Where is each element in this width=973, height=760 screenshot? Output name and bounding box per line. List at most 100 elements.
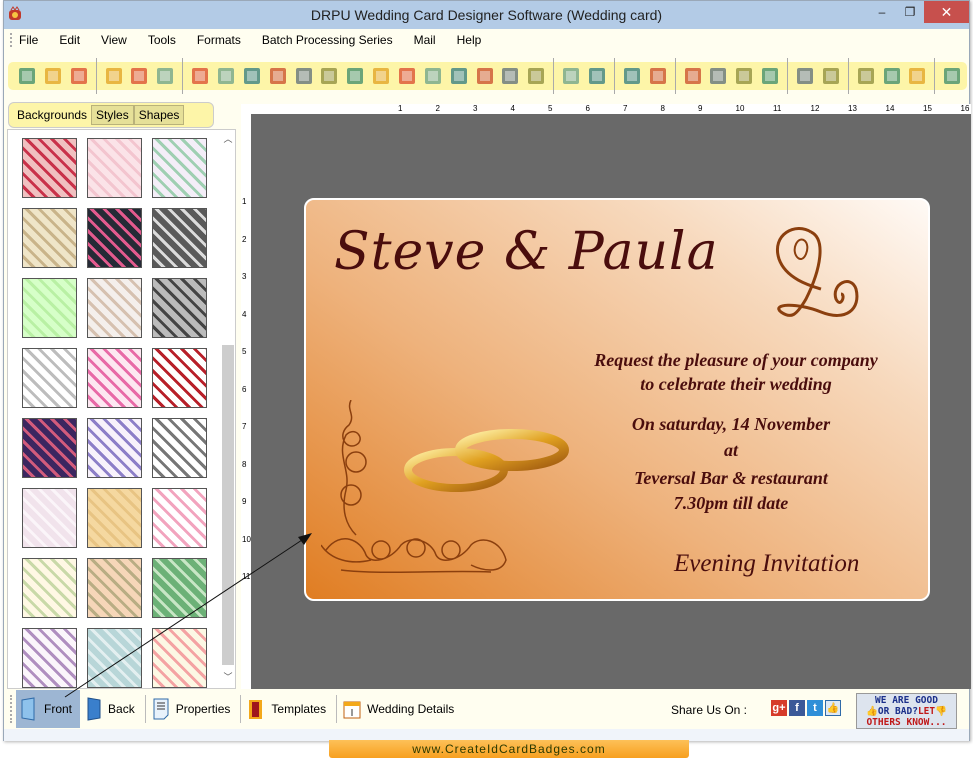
close-file-icon[interactable] xyxy=(68,65,90,87)
menu-tools[interactable]: Tools xyxy=(148,33,176,47)
close-button[interactable]: ✕ xyxy=(924,1,969,23)
background-thumb-white-rose[interactable] xyxy=(22,208,77,268)
wedding-card[interactable]: Steve & Paula Request the pleasure of yo… xyxy=(304,198,930,601)
card-line-date[interactable]: On saturday, 14 November xyxy=(551,414,911,435)
send-back-icon[interactable] xyxy=(820,65,842,87)
menu-view[interactable]: View xyxy=(101,33,127,47)
card-footer-text[interactable]: Evening Invitation xyxy=(674,550,859,578)
new-icon[interactable] xyxy=(16,65,38,87)
save-as-icon[interactable] xyxy=(128,65,150,87)
redo-icon[interactable] xyxy=(647,65,669,87)
line-icon[interactable] xyxy=(525,65,547,87)
email-icon[interactable] xyxy=(499,65,521,87)
background-thumb-beige-floral[interactable] xyxy=(87,278,142,338)
shapes-icon[interactable] xyxy=(344,65,366,87)
card-line-venue[interactable]: Teversal Bar & restaurant xyxy=(551,468,911,489)
delete-icon[interactable] xyxy=(759,65,781,87)
bring-front-icon[interactable] xyxy=(794,65,816,87)
background-thumb-pink-lace[interactable] xyxy=(87,138,142,198)
menu-edit[interactable]: Edit xyxy=(59,33,80,47)
background-thumb-white-flowers-tan[interactable] xyxy=(87,558,142,618)
background-thumb-paisley[interactable] xyxy=(22,418,77,478)
grid-icon[interactable] xyxy=(855,65,877,87)
pen-icon[interactable] xyxy=(318,65,340,87)
tab-templates[interactable]: Templates xyxy=(243,690,334,728)
background-thumb-sketch-couple[interactable] xyxy=(152,418,207,478)
menu-mail[interactable]: Mail xyxy=(414,33,436,47)
maximize-button[interactable]: ❐ xyxy=(896,1,924,23)
fit-window-icon[interactable] xyxy=(907,65,929,87)
heart-ornament-icon[interactable] xyxy=(751,224,876,329)
background-thumb-green-frame[interactable] xyxy=(22,278,77,338)
gift-icon[interactable] xyxy=(267,65,289,87)
menu-grip[interactable] xyxy=(10,33,13,47)
tab-properties[interactable]: Properties xyxy=(148,690,239,728)
tab-styles[interactable]: Styles xyxy=(91,105,134,125)
database-icon[interactable] xyxy=(586,65,608,87)
zoom-in-icon[interactable] xyxy=(941,65,963,87)
background-thumb-tan-texture[interactable] xyxy=(87,488,142,548)
background-thumb-green-swirls[interactable] xyxy=(152,558,207,618)
scroll-up-icon[interactable]: ︿ xyxy=(221,132,235,146)
paste-icon[interactable] xyxy=(733,65,755,87)
open-icon[interactable] xyxy=(42,65,64,87)
gallery-scrollbar[interactable]: ︿ ﹀ xyxy=(221,130,235,688)
insert-image-icon[interactable] xyxy=(293,65,315,87)
card-names[interactable]: Steve & Paula xyxy=(334,222,719,282)
open-folder-icon[interactable] xyxy=(154,65,176,87)
card-line-celebrate[interactable]: to celebrate their wedding xyxy=(556,374,916,395)
card-line-at[interactable]: at xyxy=(551,440,911,461)
cut-icon[interactable] xyxy=(682,65,704,87)
menu-help[interactable]: Help xyxy=(457,33,482,47)
like-icon[interactable]: 👍 xyxy=(825,700,841,716)
wedding-rings-image[interactable] xyxy=(404,428,569,500)
tab-backgrounds[interactable]: Backgrounds xyxy=(13,106,92,124)
background-thumb-purple-floral[interactable] xyxy=(22,628,77,688)
card-line-request[interactable]: Request the pleasure of your company xyxy=(556,350,916,371)
undo-icon[interactable] xyxy=(621,65,643,87)
background-thumb-khanda-symbol[interactable] xyxy=(152,348,207,408)
save-icon[interactable] xyxy=(103,65,125,87)
watermark-icon[interactable] xyxy=(370,65,392,87)
print-icon[interactable] xyxy=(215,65,237,87)
scroll-down-icon[interactable]: ﹀ xyxy=(221,670,235,684)
background-icon[interactable] xyxy=(241,65,263,87)
background-thumb-pink-blossoms[interactable] xyxy=(152,488,207,548)
menu-batch-processing[interactable]: Batch Processing Series xyxy=(262,33,393,47)
background-thumb-hearts[interactable] xyxy=(22,138,77,198)
background-thumb-mandala[interactable] xyxy=(152,138,207,198)
menu-formats[interactable]: Formats xyxy=(197,33,241,47)
tab-wedding-details[interactable]: Wedding Details xyxy=(339,690,462,728)
actual-size-icon[interactable] xyxy=(881,65,903,87)
tab-back[interactable]: Back xyxy=(80,690,143,728)
google-plus-icon[interactable]: g+ xyxy=(771,700,787,716)
barcode-icon[interactable] xyxy=(396,65,418,87)
background-thumb-grey-lace[interactable] xyxy=(152,208,207,268)
twitter-icon[interactable]: t xyxy=(807,700,823,716)
properties-icon[interactable] xyxy=(189,65,211,87)
background-thumb-heart-border[interactable] xyxy=(152,628,207,688)
background-thumb-pink-silk[interactable] xyxy=(22,488,77,548)
bottom-grip[interactable] xyxy=(10,695,13,723)
website-link[interactable]: www.CreateIdCardBadges.com xyxy=(329,740,689,758)
background-thumb-pastel-floral[interactable] xyxy=(22,558,77,618)
menu-file[interactable]: File xyxy=(19,33,38,47)
minimize-button[interactable]: ‒ xyxy=(868,1,896,23)
background-thumb-pink-butterflies[interactable] xyxy=(87,348,142,408)
database-import-icon[interactable] xyxy=(560,65,582,87)
background-thumb-bw-lace[interactable] xyxy=(152,278,207,338)
text-icon[interactable] xyxy=(422,65,444,87)
background-thumb-floral-dark[interactable] xyxy=(87,208,142,268)
card-line-time[interactable]: 7.30pm till date xyxy=(551,493,911,514)
copy-icon[interactable] xyxy=(707,65,729,87)
design-canvas[interactable]: Steve & Paula Request the pleasure of yo… xyxy=(251,114,971,689)
background-thumb-blue-hearts[interactable] xyxy=(87,628,142,688)
tab-front[interactable]: Front xyxy=(16,690,81,728)
word-art-icon[interactable] xyxy=(448,65,470,87)
facebook-icon[interactable]: f xyxy=(789,700,805,716)
background-thumb-colorful-flowers[interactable] xyxy=(87,418,142,478)
feedback-badge[interactable]: WE ARE GOOD 👍OR BAD?LET👎 OTHERS KNOW... xyxy=(856,693,957,729)
background-thumb-swan-outline[interactable] xyxy=(22,348,77,408)
signature-icon[interactable] xyxy=(474,65,496,87)
tab-shapes[interactable]: Shapes xyxy=(133,105,185,125)
